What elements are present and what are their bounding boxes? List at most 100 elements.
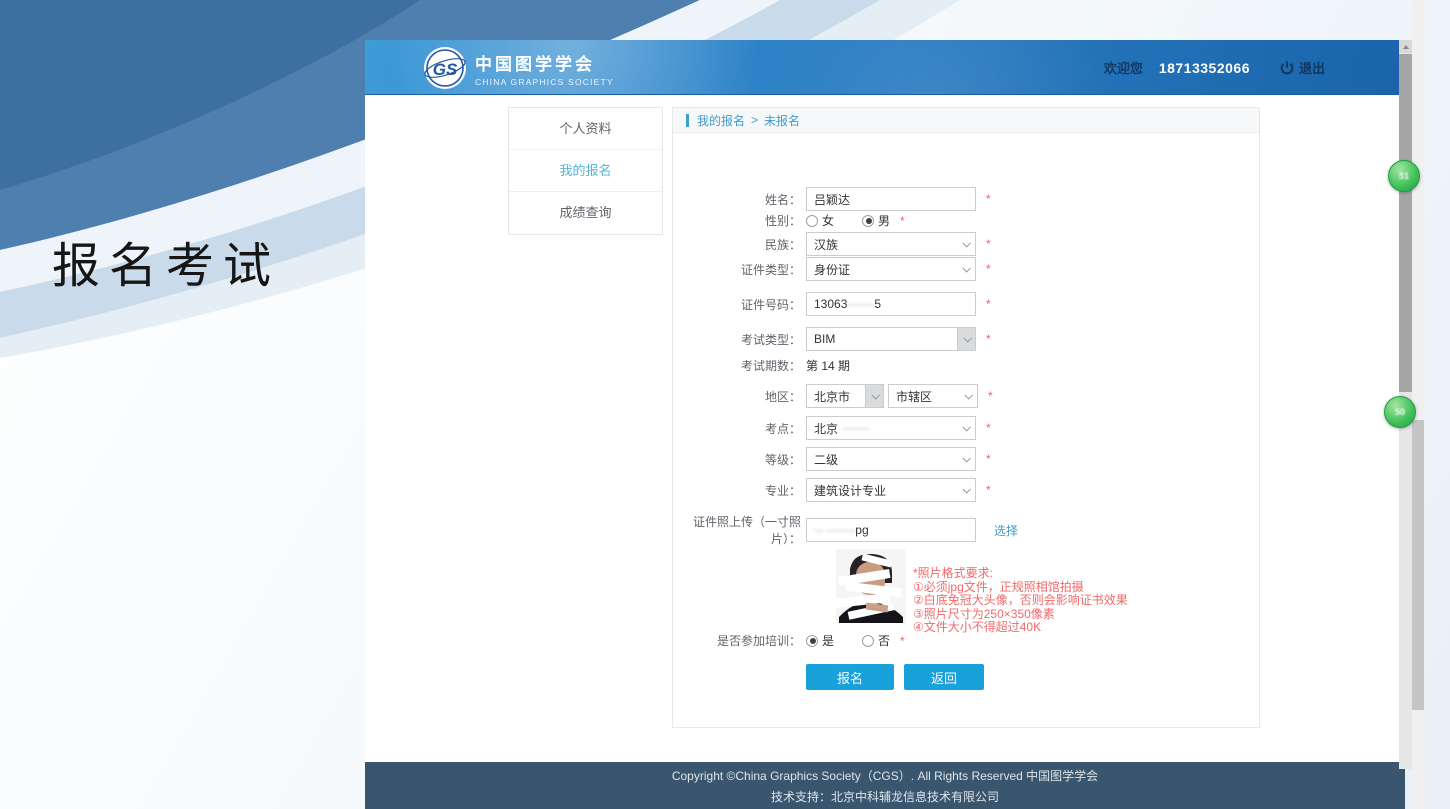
chevron-down-icon [957,233,975,255]
site-footer: Copyright ©China Graphics Society（CGS）. … [365,762,1405,809]
sidebar-item-my-registration[interactable]: 我的报名 [509,150,662,192]
required-mark: * [986,452,991,466]
id-number-input[interactable]: 13063 ········· 5 [806,292,976,316]
registration-form-card: 我的报名 > 未报名 姓名： * 性别： 女 男 * 民族： [672,107,1260,728]
footer-copyright: Copyright ©China Graphics Society（CGS）. … [365,767,1405,784]
level-label: 等级： [673,451,801,468]
gender-female-label: 女 [822,212,834,229]
scrollbar-up-arrow[interactable] [1399,40,1412,53]
cgs-logo-icon: GS [423,46,467,90]
breadcrumb-separator: > [751,113,758,127]
id-photo-preview [836,549,906,623]
training-label: 是否参加培训： [673,632,801,649]
chevron-down-icon [957,417,975,439]
chevron-down-icon [959,385,977,407]
level-value: 二级 [814,451,838,468]
exam-type-value: BIM [814,332,835,346]
sidebar-item-profile[interactable]: 个人资料 [509,108,662,150]
photo-upload-label: 证件照上传（一寸照片）： [673,513,801,547]
training-yes-radio[interactable] [806,635,818,647]
breadcrumb-current: 未报名 [764,112,800,129]
region-province-select[interactable]: 北京市 [806,384,884,408]
photo-rule-1: ①必须jpg文件，正规照相馆拍摄 [913,581,1128,594]
sidebar: 个人资料 我的报名 成绩查询 [508,107,663,235]
id-number-masked: ········· [847,297,874,311]
chevron-down-icon [865,385,883,407]
gender-female-radio[interactable] [806,215,818,227]
photo-filename-end: pg [855,523,868,537]
ethnicity-label: 民族： [673,236,801,253]
required-mark: * [900,214,905,228]
submit-button[interactable]: 报名 [806,664,894,690]
required-mark: * [986,262,991,276]
site-logo: GS 中国图学学会 CHINA GRAPHICS SOCIETY [423,46,614,90]
exam-session-value: 第 14 期 [806,357,850,374]
major-select[interactable]: 建筑设计专业 [806,478,976,502]
exam-site-select[interactable]: 北京 ········· [806,416,976,440]
photo-filename-masked: ··· ·········· [814,523,855,537]
chevron-down-icon [957,328,975,350]
exam-type-select[interactable]: BIM [806,327,976,351]
region-district-select[interactable]: 市辖区 [888,384,978,408]
level-select[interactable]: 二级 [806,447,976,471]
photo-filename-input[interactable]: ··· ·········· pg [806,518,976,542]
breadcrumb-section[interactable]: 我的报名 [697,112,745,129]
chevron-down-icon [957,479,975,501]
page-title: 报名考试 [52,226,280,296]
logo-title: 中国图学学会 [475,50,614,75]
name-input[interactable] [806,187,976,211]
exam-site-value-start: 北京 [814,420,838,437]
id-type-select[interactable]: 身份证 [806,257,976,281]
floating-service-badge-top[interactable]: 51 [1388,160,1420,192]
major-value: 建筑设计专业 [814,482,886,499]
photo-rule-3: ③照片尺寸为250×350像素 [913,608,1128,621]
breadcrumb: 我的报名 > 未报名 [673,108,1259,133]
floating-service-badge-bottom[interactable]: 50 [1384,396,1416,428]
major-label: 专业： [673,482,801,499]
training-yes-label: 是 [822,632,834,649]
training-no-label: 否 [878,632,890,649]
choose-file-link[interactable]: 选择 [994,522,1018,539]
svg-text:GS: GS [433,60,458,79]
exam-session-label: 考试期数： [673,357,801,374]
photo-rule-2: ②白底免冠大头像，否则会影响证书效果 [913,594,1128,607]
inner-scrollbar-thumb[interactable] [1399,54,1412,392]
id-number-start: 13063 [814,297,847,311]
ethnicity-select[interactable]: 汉族 [806,232,976,256]
training-no-radio[interactable] [862,635,874,647]
exam-type-label: 考试类型： [673,331,801,348]
required-mark: * [986,192,991,206]
photo-format-requirements: *照片格式要求: ①必须jpg文件，正规照相馆拍摄 ②白底免冠大头像，否则会影响… [913,567,1128,635]
power-icon [1280,61,1294,75]
region-label: 地区： [673,388,801,405]
sidebar-item-score-query[interactable]: 成绩查询 [509,192,662,234]
logout-button[interactable]: 退出 [1280,58,1325,77]
logo-subtitle: CHINA GRAPHICS SOCIETY [475,77,614,87]
required-mark: * [988,389,993,403]
required-mark: * [986,297,991,311]
chevron-down-icon [957,258,975,280]
gender-label: 性别： [673,212,801,229]
site-header: GS 中国图学学会 CHINA GRAPHICS SOCIETY 欢迎您 187… [365,40,1405,95]
badge-bottom-label: 50 [1395,407,1405,417]
exam-site-value-masked: ········· [842,421,869,435]
exam-site-label: 考点： [673,420,801,437]
id-type-label: 证件类型： [673,261,801,278]
photo-rules-title: *照片格式要求: [913,567,1128,580]
id-type-value: 身份证 [814,261,850,278]
logout-label: 退出 [1299,58,1325,77]
region-province-value: 北京市 [814,388,850,405]
required-mark: * [986,421,991,435]
required-mark: * [986,237,991,251]
outer-scrollbar-thumb[interactable] [1412,420,1424,710]
back-button[interactable]: 返回 [904,664,984,690]
id-number-end: 5 [874,297,881,311]
required-mark: * [986,332,991,346]
gender-male-radio[interactable] [862,215,874,227]
welcome-label: 欢迎您 [1104,58,1143,77]
ethnicity-value: 汉族 [814,236,838,253]
id-number-label: 证件号码： [673,296,801,313]
footer-tech-support: 技术支持：北京中科辅龙信息技术有限公司 [365,788,1405,805]
badge-top-label: 51 [1399,171,1409,181]
required-mark: * [900,634,905,648]
